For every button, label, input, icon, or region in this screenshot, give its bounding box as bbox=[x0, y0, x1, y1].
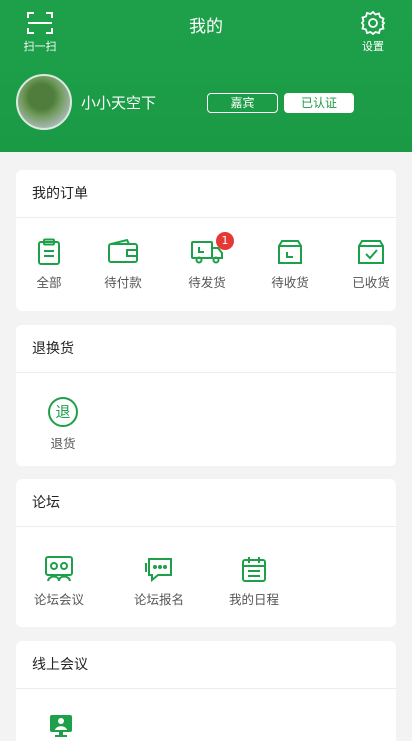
chat-signup-icon bbox=[145, 558, 172, 583]
returns-title: 退换货 bbox=[16, 325, 396, 373]
box-icon bbox=[278, 240, 302, 264]
order-tab-all[interactable]: 全部 bbox=[24, 238, 74, 291]
avatar[interactable] bbox=[16, 74, 72, 130]
video-meeting-icon bbox=[50, 715, 72, 737]
group-meeting-icon bbox=[45, 556, 73, 582]
returns-card: 退换货 退 退货 bbox=[16, 325, 396, 466]
forum-signup-button[interactable]: 论坛报名 bbox=[126, 555, 192, 608]
online-meeting-title: 线上会议 bbox=[16, 641, 396, 689]
order-tab-label: 待付款 bbox=[104, 275, 142, 290]
forum-meeting-button[interactable]: 论坛会议 bbox=[26, 555, 92, 608]
order-tab-received[interactable]: 已收货 bbox=[346, 238, 396, 291]
forum-item-label: 我的日程 bbox=[228, 592, 279, 607]
clipboard-icon bbox=[38, 238, 60, 265]
order-tab-label: 已收货 bbox=[352, 275, 390, 290]
level-badge: 嘉宾 bbox=[207, 93, 278, 113]
forum-card: 论坛 论坛会议 论坛报名 我的日程 bbox=[16, 479, 396, 627]
return-icon: 退 bbox=[48, 397, 78, 427]
forum-title: 论坛 bbox=[16, 479, 396, 527]
notification-badge: 1 bbox=[216, 232, 234, 250]
forum-item-label: 论坛报名 bbox=[133, 592, 184, 607]
scan-label: 扫一扫 bbox=[23, 40, 57, 53]
orders-title: 我的订单 bbox=[16, 170, 396, 218]
return-label: 退货 bbox=[50, 436, 76, 451]
return-goods-button[interactable]: 退 退货 bbox=[38, 397, 88, 452]
orders-card: 我的订单 全部 待付款 1 待发货 待收货 已收货 bbox=[16, 170, 396, 311]
settings-label: 设置 bbox=[362, 40, 384, 53]
gear-icon bbox=[360, 10, 386, 36]
my-schedule-button[interactable]: 我的日程 bbox=[221, 555, 287, 608]
order-tab-label: 待发货 bbox=[188, 275, 226, 290]
wallet-icon bbox=[108, 238, 138, 263]
verified-badge: 已认证 bbox=[284, 93, 354, 113]
forum-item-label: 论坛会议 bbox=[33, 592, 84, 607]
username: 小小天空下 bbox=[81, 94, 157, 112]
settings-button[interactable]: 设置 bbox=[358, 10, 388, 54]
order-tab-pending-receipt[interactable]: 待收货 bbox=[265, 238, 315, 291]
order-tab-label: 待收货 bbox=[271, 275, 309, 290]
calendar-icon bbox=[242, 557, 266, 582]
page-title: 我的 bbox=[189, 17, 223, 37]
order-tab-pending-payment[interactable]: 待付款 bbox=[98, 238, 148, 291]
order-tab-pending-shipment[interactable]: 1 待发货 bbox=[182, 232, 234, 291]
online-meeting-button[interactable] bbox=[46, 713, 76, 739]
online-meeting-card: 线上会议 bbox=[16, 641, 396, 741]
order-tab-label: 全部 bbox=[36, 275, 62, 290]
profile-header: 扫一扫 我的 设置 小小天空下 嘉宾 已认证 bbox=[0, 0, 412, 152]
received-box-icon bbox=[358, 240, 384, 264]
